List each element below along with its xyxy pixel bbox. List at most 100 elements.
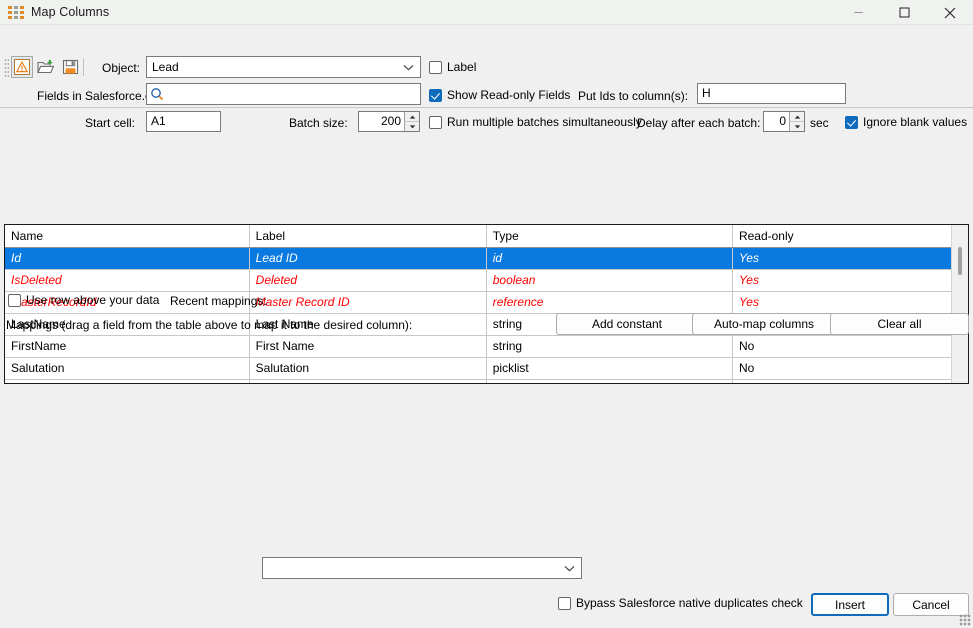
field-type: reference — [486, 291, 732, 313]
columns-icon — [8, 6, 23, 19]
auto-map-columns-button[interactable]: Auto-map columns — [692, 313, 836, 335]
object-label: Object: — [102, 61, 140, 75]
field-name — [5, 379, 249, 384]
clear-all-button[interactable]: Clear all — [830, 313, 969, 335]
ignore-blank-checkbox-box[interactable] — [845, 116, 858, 129]
recent-mappings-select[interactable] — [262, 557, 582, 579]
bypass-duplicates-checkbox-box[interactable] — [558, 597, 571, 610]
field-readonly: Yes — [732, 247, 967, 269]
add-constant-button[interactable]: Add constant — [556, 313, 698, 335]
fields-col-readonly[interactable]: Read-only — [732, 225, 967, 247]
delay-spin-buttons[interactable] — [789, 112, 804, 131]
sec-label: sec — [810, 116, 829, 130]
fields-col-name[interactable]: Name — [5, 225, 249, 247]
auto-map-columns-label: Auto-map columns — [714, 317, 814, 331]
field-readonly: No — [732, 357, 967, 379]
options-panel: Object: Lead Label Fields in Salesforce.… — [0, 25, 973, 108]
validate-icon — [14, 59, 30, 75]
batch-size-stepper[interactable]: 200 — [358, 111, 420, 132]
show-readonly-checkbox[interactable]: Show Read-only Fields — [429, 88, 570, 102]
start-cell-label: Start cell: — [85, 116, 135, 130]
minimize-button[interactable] — [835, 0, 881, 25]
open-mapping-button[interactable] — [35, 56, 57, 78]
delay-stepper[interactable]: 0 — [763, 111, 805, 132]
window-controls — [835, 0, 973, 25]
delay-up-icon[interactable] — [790, 112, 804, 122]
bypass-duplicates-checkbox-text: Bypass Salesforce native duplicates chec… — [576, 596, 803, 610]
resize-grip[interactable] — [959, 614, 971, 626]
show-readonly-checkbox-text: Show Read-only Fields — [447, 88, 570, 102]
field-readonly: No — [732, 335, 967, 357]
field-type: string — [486, 335, 732, 357]
insert-label: Insert — [835, 598, 865, 612]
validate-icon-button[interactable] — [11, 56, 33, 78]
footer-bar: Bypass Salesforce native duplicates chec… — [0, 582, 973, 628]
batch-size-up-icon[interactable] — [405, 112, 419, 122]
save-floppy-icon — [62, 59, 79, 75]
use-row-above-checkbox[interactable]: Use row above your data — [8, 293, 159, 307]
field-label: First Name — [249, 335, 486, 357]
object-select-value: Lead — [152, 60, 179, 74]
field-name: Id — [5, 247, 249, 269]
chevron-down-icon — [403, 60, 414, 74]
table-row[interactable]: Id Lead ID id Yes — [5, 247, 968, 269]
mappings-hint: Mappings (drag a field from the table ab… — [6, 318, 412, 332]
insert-button[interactable]: Insert — [811, 593, 889, 616]
recent-mappings-label: Recent mappings: — [170, 294, 267, 308]
delay-value: 0 — [764, 112, 789, 131]
field-label — [249, 379, 486, 384]
delay-down-icon[interactable] — [790, 122, 804, 131]
put-ids-label: Put Ids to column(s): — [578, 89, 688, 103]
label-checkbox-text: Label — [447, 60, 476, 74]
field-label: Salutation — [249, 357, 486, 379]
cancel-label: Cancel — [912, 598, 949, 612]
fields-col-label[interactable]: Label — [249, 225, 486, 247]
start-cell-input[interactable]: A1 — [146, 111, 221, 132]
cancel-button[interactable]: Cancel — [893, 593, 969, 616]
add-constant-label: Add constant — [592, 317, 662, 331]
table-row[interactable]: Salutation Salutation picklist No — [5, 357, 968, 379]
window-titlebar: Map Columns — [0, 0, 973, 25]
field-label: Deleted — [249, 269, 486, 291]
ignore-blank-checkbox[interactable]: Ignore blank values — [845, 115, 967, 129]
open-folder-icon — [37, 59, 55, 75]
batch-size-down-icon[interactable] — [405, 122, 419, 131]
clear-all-label: Clear all — [877, 317, 921, 331]
table-row[interactable] — [5, 379, 968, 384]
label-checkbox[interactable]: Label — [429, 60, 476, 74]
fields-grid-scrollbar[interactable] — [951, 225, 968, 383]
maximize-button[interactable] — [881, 0, 927, 25]
run-multiple-checkbox[interactable]: Run multiple batches simultaneously — [429, 115, 642, 129]
field-readonly — [732, 379, 967, 384]
run-multiple-checkbox-box[interactable] — [429, 116, 442, 129]
close-button[interactable] — [927, 0, 973, 25]
use-row-above-checkbox-text: Use row above your data — [26, 293, 159, 307]
use-row-above-checkbox-box[interactable] — [8, 294, 21, 307]
save-mapping-button[interactable] — [59, 56, 81, 78]
bypass-duplicates-checkbox[interactable]: Bypass Salesforce native duplicates chec… — [558, 596, 803, 610]
table-row[interactable]: IsDeleted Deleted boolean Yes — [5, 269, 968, 291]
table-row[interactable]: FirstName First Name string No — [5, 335, 968, 357]
show-readonly-checkbox-box[interactable] — [429, 89, 442, 102]
toolbar-gripper[interactable] — [4, 58, 9, 77]
fields-col-type[interactable]: Type — [486, 225, 732, 247]
ignore-blank-checkbox-text: Ignore blank values — [863, 115, 967, 129]
put-ids-input[interactable]: H — [697, 83, 846, 104]
fields-grid-scrollbar-thumb[interactable] — [958, 247, 962, 275]
batch-size-spin-buttons[interactable] — [404, 112, 419, 131]
fields-search[interactable] — [146, 83, 421, 105]
fields-search-input[interactable] — [167, 85, 420, 103]
field-label: Lead ID — [249, 247, 486, 269]
field-name: IsDeleted — [5, 269, 249, 291]
toolbar-separator — [83, 58, 84, 76]
batch-size-value: 200 — [359, 112, 404, 131]
start-cell-value: A1 — [151, 114, 166, 128]
field-name: Salutation — [5, 357, 249, 379]
object-select[interactable]: Lead — [146, 56, 421, 78]
fields-table-header-row: Name Label Type Read-only — [5, 225, 968, 247]
delay-label: Delay after each batch: — [637, 116, 760, 130]
label-checkbox-box[interactable] — [429, 61, 442, 74]
field-type — [486, 379, 732, 384]
put-ids-value: H — [702, 86, 711, 100]
field-readonly: Yes — [732, 269, 967, 291]
